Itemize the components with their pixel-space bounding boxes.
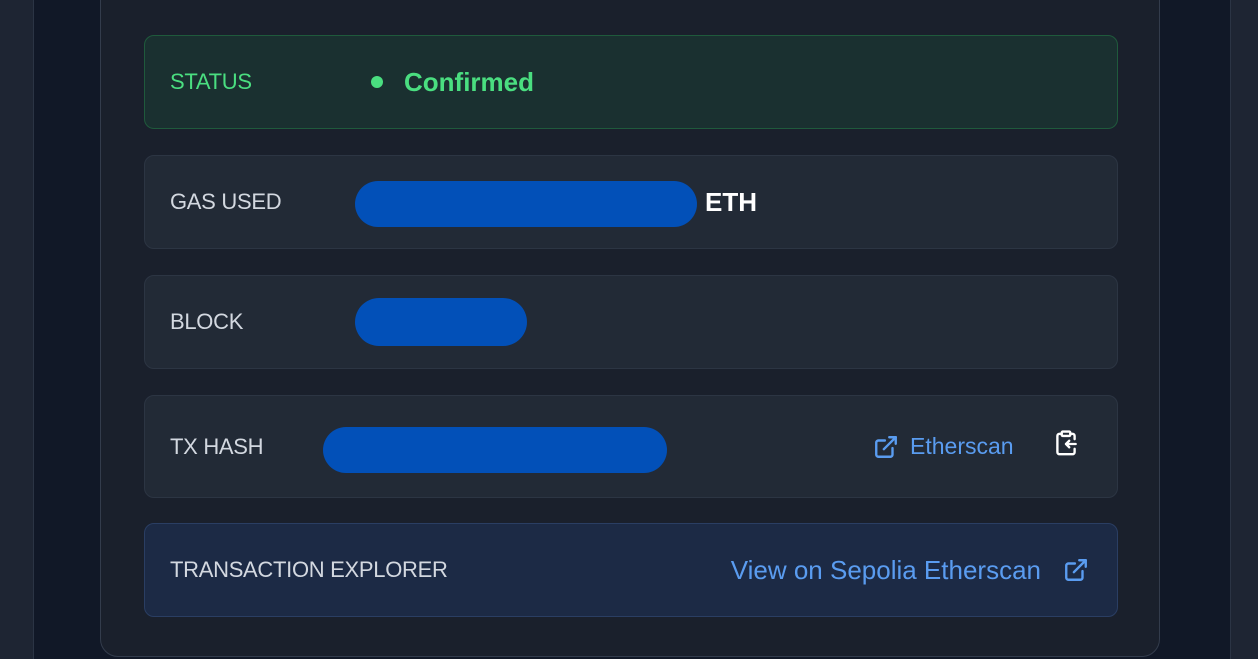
block-value-redacted xyxy=(355,298,527,346)
view-on-sepolia-etherscan-label: View on Sepolia Etherscan xyxy=(730,554,1041,585)
gas-used-row: GAS USED ETH xyxy=(144,155,1118,249)
gas-used-unit: ETH xyxy=(705,186,757,217)
tx-hash-label: TX HASH xyxy=(170,433,264,459)
external-link-icon xyxy=(873,434,899,460)
view-on-sepolia-etherscan-link[interactable]: View on Sepolia Etherscan xyxy=(731,555,1089,586)
status-row: STATUS Confirmed xyxy=(144,35,1118,129)
status-value: Confirmed xyxy=(404,66,534,97)
status-dot-icon xyxy=(371,76,383,88)
etherscan-link[interactable]: Etherscan xyxy=(873,433,1014,460)
block-label: BLOCK xyxy=(170,309,244,334)
external-link-icon xyxy=(1063,557,1089,583)
status-badge: Confirmed xyxy=(371,67,534,98)
tx-hash-row: TX HASH Etherscan xyxy=(144,395,1118,498)
block-row: BLOCK xyxy=(144,275,1118,369)
gas-used-label: GAS USED xyxy=(170,189,282,214)
transaction-explorer-label: TRANSACTION EXPLORER xyxy=(170,557,448,582)
clipboard-copy-icon[interactable] xyxy=(1053,430,1079,463)
etherscan-link-label: Etherscan xyxy=(910,433,1014,459)
tx-hash-value-redacted xyxy=(323,427,667,473)
transaction-explorer-row: TRANSACTION EXPLORER View on Sepolia Eth… xyxy=(144,523,1118,617)
status-label: STATUS xyxy=(170,69,252,94)
gas-used-value-redacted xyxy=(355,181,697,227)
